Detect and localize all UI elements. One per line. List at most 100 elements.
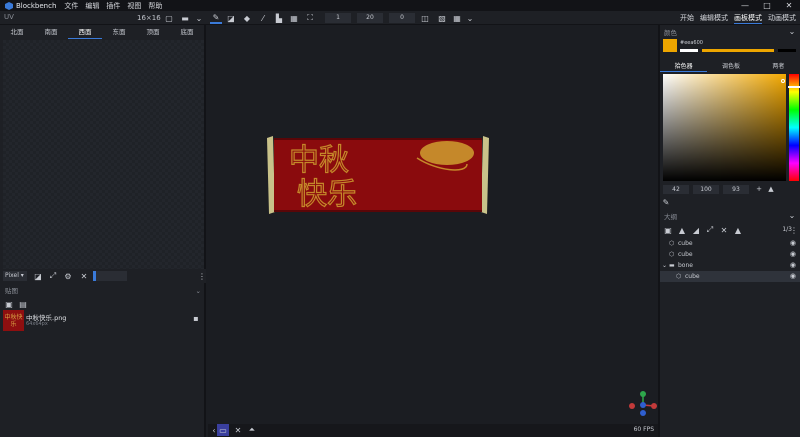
hue-slider[interactable] (788, 74, 800, 181)
maximize-button[interactable]: □ (756, 0, 778, 11)
brush-size-input[interactable]: 20 (357, 13, 383, 23)
close-icon[interactable]: ✕ (718, 224, 730, 236)
mirror-icon[interactable]: ◢ (690, 224, 702, 236)
tab-picker[interactable]: 拾色器 (660, 61, 708, 72)
banner-text-line1: 中秋 (289, 143, 349, 178)
draw-shape-icon[interactable]: ▦ (288, 12, 300, 24)
eye-icon[interactable]: ◉ (790, 249, 796, 260)
chevron-down-icon[interactable]: ⌄ (196, 285, 201, 297)
3d-viewport[interactable]: 中秋 快乐 (208, 25, 658, 424)
picker-cursor[interactable] (781, 79, 785, 83)
value-input[interactable]: 93 (723, 184, 749, 194)
outliner-row[interactable]: ⬡ cube ◉ (660, 249, 800, 260)
saturation-value-picker[interactable] (663, 74, 786, 181)
close-icon[interactable]: ✕ (232, 424, 244, 436)
mode-paint[interactable]: 画板模式 (734, 13, 762, 24)
expand-icon[interactable]: ⤢ (704, 224, 716, 236)
brush-opacity-input[interactable]: 1 (325, 13, 351, 23)
chevron-down-icon[interactable]: ⌄ (786, 25, 798, 37)
mode-animate[interactable]: 动画模式 (768, 13, 796, 24)
menu-bar: 文件 编辑 插件 视图 帮助 (64, 1, 169, 11)
tab-south[interactable]: 南面 (34, 25, 68, 39)
texture-size: 64x64px (26, 321, 48, 327)
outliner-row-label: cube (678, 251, 693, 258)
saturation-input[interactable]: 100 (693, 184, 719, 194)
outliner-toolbar: ▣ ▲ ◢ ⤢ ✕ ▲ 1/3 ⋮ (660, 224, 800, 236)
camera-angle-icon[interactable]: ⏶ (246, 424, 258, 436)
color-picker-icon[interactable]: ⁄ (257, 12, 269, 24)
right-panel: 颜色 ⌄ #eea600 拾色器 调色板 两者 42 100 93 + ▲ ✎ … (658, 25, 800, 437)
outliner-row[interactable]: ⬡ cube ◉ (660, 271, 800, 282)
more-menu-icon[interactable]: ⋮ (788, 224, 800, 236)
add-color-icon[interactable]: + (753, 185, 765, 193)
current-color-swatch[interactable] (663, 39, 677, 52)
copy-brush-icon[interactable]: ▙ (273, 12, 285, 24)
app-title: Blockbench (16, 1, 57, 10)
mirror-painting-icon[interactable]: ◫ (419, 12, 431, 24)
mode-start[interactable]: 开始 (680, 13, 694, 24)
paint-color-swatch[interactable] (93, 271, 127, 281)
tab-north[interactable]: 北面 (0, 25, 34, 39)
add-group-icon[interactable]: ▲ (676, 224, 688, 236)
new-texture-icon[interactable]: ▤ (17, 298, 29, 310)
menu-file[interactable]: 文件 (64, 1, 78, 11)
import-texture-icon[interactable]: ▣ (3, 298, 15, 310)
menu-plugins[interactable]: 插件 (106, 1, 120, 11)
view-mode-icon[interactable]: ▭ (217, 424, 229, 436)
uv-fullscreen-icon[interactable]: ▢ (163, 12, 175, 24)
minimize-button[interactable]: — (734, 0, 756, 11)
lock-alpha-icon[interactable]: ▧ (436, 12, 448, 24)
move-up-icon[interactable]: ▲ (732, 224, 744, 236)
tab-up[interactable]: 顶面 (136, 25, 170, 39)
mode-edit[interactable]: 编辑模式 (700, 13, 728, 24)
color-hex-value[interactable]: #eea600 (680, 40, 703, 46)
gear-icon[interactable]: ⚙ (62, 270, 74, 282)
paint-mode-select[interactable]: Pixel ▾ (3, 271, 27, 281)
fill-bucket-icon[interactable]: ◪ (32, 270, 44, 282)
eye-icon[interactable]: ◉ (790, 271, 796, 282)
tab-palette[interactable]: 调色板 (707, 61, 754, 72)
uv-editor-canvas[interactable] (3, 40, 204, 269)
close-window-button[interactable]: ✕ (778, 0, 800, 11)
tab-west[interactable]: 西面 (68, 25, 102, 39)
fill-icon[interactable]: ▲ (765, 185, 777, 193)
pixel-grid-icon[interactable]: ▦ (451, 12, 463, 24)
axis-gizmo-icon[interactable] (626, 389, 660, 417)
add-cube-icon[interactable]: ▣ (662, 224, 674, 236)
paint-toolbar: Pixel ▾ ◪ ⤢ ⚙ ✕ ⋮ (0, 269, 206, 283)
menu-view[interactable]: 视图 (127, 1, 141, 11)
eye-icon[interactable]: ◉ (790, 238, 796, 249)
chevron-down-icon[interactable]: ⌄ (786, 209, 798, 221)
close-icon[interactable]: ✕ (78, 270, 90, 282)
color-panel-title: 颜色 (664, 29, 677, 37)
fps-counter: 60 FPS (633, 426, 654, 433)
main-toolbar: UV 16×16 ▢ ▬ ⌄ ✎ ◪ ◆ ⁄ ▙ ▦ ⛶ 1 20 0 ◫ ▧ … (0, 11, 800, 25)
eyedropper-icon[interactable]: ✎ (660, 196, 672, 208)
tab-east[interactable]: 东面 (102, 25, 136, 39)
save-icon[interactable]: ▪ (190, 312, 202, 324)
texture-item[interactable]: 中秋快乐 中秋快乐.png 64x64px ▪ (2, 310, 204, 332)
chevron-down-icon[interactable]: ⌄ (464, 12, 476, 24)
chevron-down-icon[interactable]: ⌄ (662, 260, 667, 271)
title-bar: Blockbench 文件 编辑 插件 视图 帮助 — □ ✕ (0, 0, 800, 11)
tab-down[interactable]: 底面 (170, 25, 204, 39)
uv-panel-label: UV (4, 13, 14, 21)
fit-uv-icon[interactable]: ⤢ (47, 270, 59, 282)
more-menu-icon[interactable]: ⋮ (196, 270, 208, 282)
fill-bucket-icon[interactable]: ◪ (225, 12, 237, 24)
menu-edit[interactable]: 编辑 (85, 1, 99, 11)
selection-tool-icon[interactable]: ⛶ (304, 12, 316, 24)
hue-input[interactable]: 42 (663, 184, 689, 194)
uv-resolution: 16×16 (137, 14, 161, 22)
tab-both[interactable]: 两者 (755, 61, 800, 72)
color-history-bar[interactable] (680, 49, 796, 52)
menu-help[interactable]: 帮助 (148, 1, 162, 11)
eye-icon[interactable]: ◉ (790, 260, 796, 271)
outliner-row[interactable]: ⬡ cube ◉ (660, 238, 800, 249)
uv-grid-menu-icon[interactable]: ▬ (179, 12, 191, 24)
brush-tool-icon[interactable]: ✎ (210, 12, 222, 24)
outliner-row[interactable]: ⌄ ▬ bone ◉ (660, 260, 800, 271)
chevron-down-icon[interactable]: ⌄ (193, 12, 205, 24)
eraser-icon[interactable]: ◆ (241, 12, 253, 24)
brush-softness-input[interactable]: 0 (389, 13, 415, 23)
